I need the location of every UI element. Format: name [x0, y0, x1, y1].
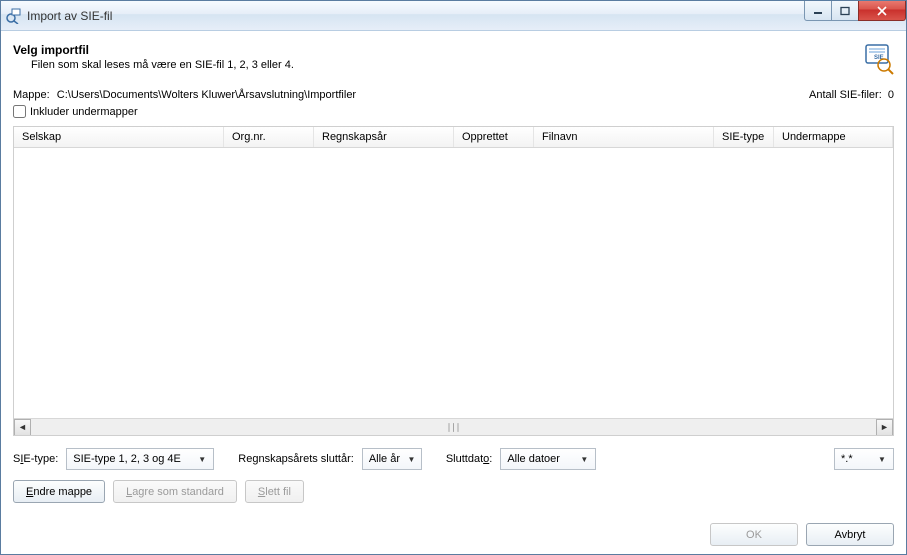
extension-value: *.*	[841, 453, 869, 465]
window-title: Import av SIE-fil	[27, 9, 805, 23]
chevron-down-icon: ▼	[875, 455, 889, 464]
col-undermappe[interactable]: Undermappe	[774, 127, 893, 147]
titlebar: Import av SIE-fil	[1, 1, 906, 31]
app-icon	[5, 8, 21, 24]
scroll-track[interactable]: ∣∣∣	[31, 422, 876, 433]
folder-left: Mappe: C:\Users\Documents\Wolters Kluwer…	[13, 89, 809, 118]
section-title: Velg importfil	[13, 43, 862, 57]
maximize-button[interactable]	[831, 1, 859, 21]
include-subfolders-label: Inkluder undermapper	[30, 106, 138, 118]
include-subfolders-checkbox[interactable]	[13, 105, 26, 118]
date-value: Alle datoer	[507, 453, 571, 465]
chevron-down-icon: ▼	[406, 455, 417, 464]
date-label: Sluttdato:	[446, 453, 493, 465]
year-label: Regnskapsårets sluttår:	[238, 453, 354, 465]
ok-button[interactable]: OK	[710, 523, 798, 546]
col-filnavn[interactable]: Filnavn	[534, 127, 714, 147]
file-count-label: Antall SIE-filer:	[809, 89, 882, 101]
file-count-value: 0	[888, 89, 894, 101]
col-selskap[interactable]: Selskap	[14, 127, 224, 147]
scroll-left-button[interactable]: ◄	[14, 419, 31, 436]
chevron-down-icon: ▼	[577, 455, 591, 464]
col-opprettet[interactable]: Opprettet	[454, 127, 534, 147]
filters-row: SIE-type: SIE-type 1, 2, 3 og 4E ▼ Regns…	[13, 448, 894, 470]
cancel-button[interactable]: Avbryt	[806, 523, 894, 546]
svg-text:SIE: SIE	[874, 55, 884, 61]
minimize-button[interactable]	[804, 1, 832, 21]
change-folder-button[interactable]: Endre mappe	[13, 480, 105, 503]
horizontal-scrollbar[interactable]: ◄ ∣∣∣ ►	[14, 418, 893, 435]
header-row: Velg importfil Filen som skal leses må v…	[13, 43, 894, 75]
action-buttons: Endre mappe Lagre som standard Slett fil	[13, 480, 894, 503]
header-text: Velg importfil Filen som skal leses må v…	[13, 43, 862, 71]
date-select[interactable]: Alle datoer ▼	[500, 448, 596, 470]
import-page-icon: SIE	[862, 43, 894, 75]
sie-type-value: SIE-type 1, 2, 3 og 4E	[73, 453, 189, 465]
maximize-icon	[840, 6, 850, 16]
folder-row: Mappe: C:\Users\Documents\Wolters Kluwer…	[13, 89, 894, 118]
minimize-icon	[813, 6, 823, 16]
extension-select[interactable]: *.* ▼	[834, 448, 894, 470]
close-icon	[876, 6, 888, 16]
file-count: Antall SIE-filer: 0	[809, 89, 894, 101]
file-grid: Selskap Org.nr. Regnskapsår Opprettet Fi…	[13, 126, 894, 436]
grid-body[interactable]	[14, 148, 893, 418]
folder-label: Mappe:	[13, 89, 50, 101]
section-description: Filen som skal leses må være en SIE-fil …	[31, 59, 862, 71]
col-orgnr[interactable]: Org.nr.	[224, 127, 314, 147]
col-sietype[interactable]: SIE-type	[714, 127, 774, 147]
chevron-down-icon: ▼	[195, 455, 209, 464]
scroll-right-button[interactable]: ►	[876, 419, 893, 436]
sie-type-select[interactable]: SIE-type 1, 2, 3 og 4E ▼	[66, 448, 214, 470]
save-as-default-button[interactable]: Lagre som standard	[113, 480, 237, 503]
year-select[interactable]: Alle år ▼	[362, 448, 422, 470]
client-area: Velg importfil Filen som skal leses må v…	[1, 31, 906, 554]
scroll-thumb-icon: ∣∣∣	[447, 422, 461, 433]
window-buttons	[805, 1, 906, 21]
import-sie-window: Import av SIE-fil Velg importfil Filen s…	[0, 0, 907, 555]
year-value: Alle år	[369, 453, 400, 465]
include-subfolders-row: Inkluder undermapper	[13, 105, 809, 118]
dialog-buttons: OK Avbryt	[13, 523, 894, 546]
sie-type-label: SIE-type:	[13, 453, 58, 465]
delete-file-button[interactable]: Slett fil	[245, 480, 304, 503]
grid-header: Selskap Org.nr. Regnskapsår Opprettet Fi…	[14, 127, 893, 148]
col-regnskapsar[interactable]: Regnskapsår	[314, 127, 454, 147]
close-button[interactable]	[858, 1, 906, 21]
folder-path: C:\Users\Documents\Wolters Kluwer\Årsavs…	[57, 89, 356, 101]
